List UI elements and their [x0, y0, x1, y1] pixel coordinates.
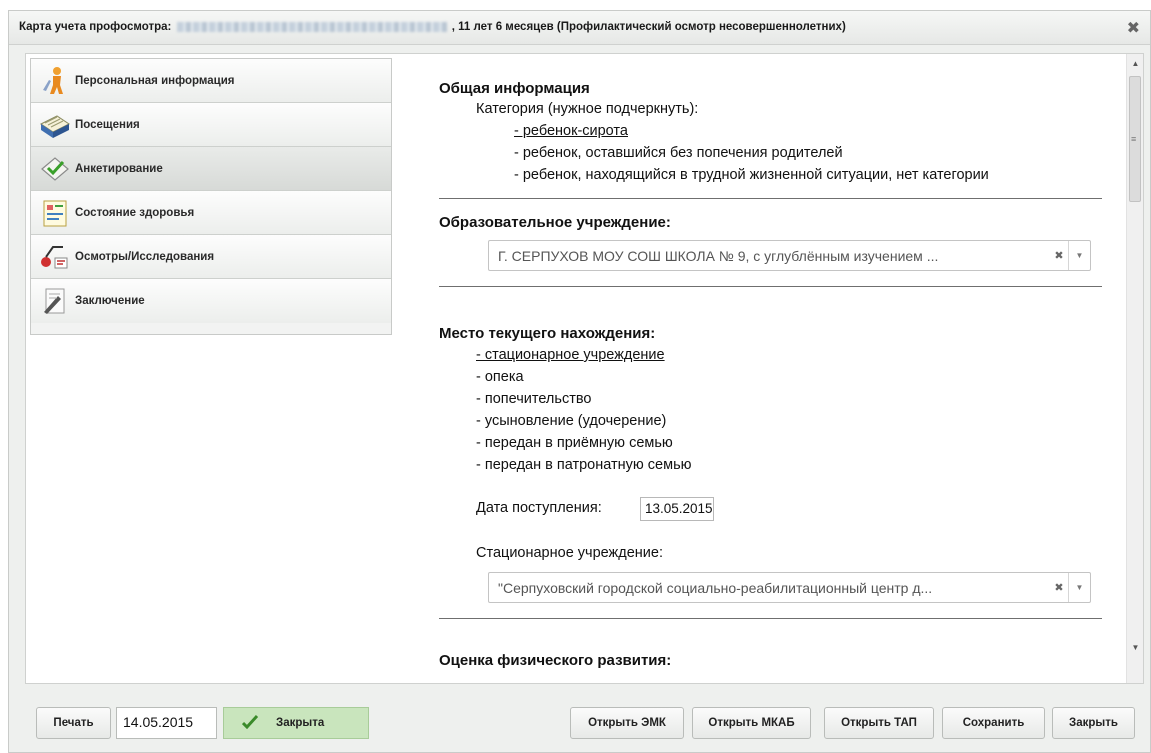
education-heading: Образовательное учреждение:	[439, 214, 671, 231]
divider	[439, 286, 1102, 287]
location-option[interactable]: - усыновление (удочерение)	[476, 413, 666, 429]
save-button[interactable]: Сохранить	[942, 707, 1045, 739]
general-info-heading: Общая информация	[439, 80, 590, 97]
education-select[interactable]: Г. СЕРПУХОВ МОУ СОШ ШКОЛА № 9, с углублё…	[488, 240, 1091, 271]
status-label: Закрыта	[276, 717, 325, 729]
sidebar-item-label: Состояние здоровья	[75, 206, 195, 219]
sidebar-nav: Персональная информация Посещения Анкети…	[30, 58, 392, 335]
vertical-scrollbar[interactable]: ▲ ≡ ▼	[1126, 54, 1143, 683]
open-emk-button[interactable]: Открыть ЭМК	[570, 707, 684, 739]
person-icon	[39, 65, 71, 97]
sidebar-item-personal-info[interactable]: Персональная информация	[31, 59, 391, 103]
dialog-titlebar: Карта учета профосмотра: , 11 лет 6 меся…	[9, 11, 1150, 45]
location-option[interactable]: - передан в патронатную семью	[476, 457, 692, 473]
patient-name-blurred	[176, 21, 447, 32]
location-option[interactable]: - передан в приёмную семью	[476, 435, 673, 451]
stethoscope-icon	[39, 241, 71, 273]
close-button[interactable]: Закрыть	[1052, 707, 1135, 739]
sidebar-item-examinations[interactable]: Осмотры/Исследования	[31, 235, 391, 279]
clear-icon[interactable]: ✖	[1050, 581, 1068, 594]
location-option[interactable]: - попечительство	[476, 391, 591, 407]
location-option[interactable]: - опека	[476, 369, 524, 385]
education-select-value: Г. СЕРПУХОВ МОУ СОШ ШКОЛА № 9, с углублё…	[498, 247, 939, 264]
checkmark-envelope-icon	[39, 153, 71, 185]
sidebar-item-label: Заключение	[75, 295, 145, 307]
footer-bar: Печать 14.05.2015 Закрыта Открыть ЭМК От…	[9, 707, 1150, 747]
location-option[interactable]: - стационарное учреждение	[476, 347, 665, 363]
sidebar-item-label: Анкетирование	[75, 162, 163, 175]
admission-date-label: Дата поступления:	[476, 500, 602, 516]
scroll-down-icon[interactable]: ▼	[1127, 640, 1144, 656]
sidebar-item-conclusion[interactable]: Заключение	[31, 279, 391, 323]
print-button[interactable]: Печать	[36, 707, 111, 739]
sidebar-item-visits[interactable]: Посещения	[31, 103, 391, 147]
category-label: Категория (нужное подчеркнуть):	[476, 101, 699, 117]
scroll-up-icon[interactable]: ▲	[1127, 56, 1144, 72]
sidebar-item-label: Посещения	[75, 118, 140, 131]
open-tap-button[interactable]: Открыть ТАП	[824, 707, 934, 739]
divider	[439, 618, 1102, 619]
status-badge: Закрыта	[223, 707, 369, 739]
physical-dev-heading: Оценка физического развития:	[439, 652, 672, 669]
form-area: Общая информация Категория (нужное подче…	[431, 54, 1111, 683]
grip-icon: ≡	[1131, 134, 1137, 144]
close-icon[interactable]: ✖	[1127, 18, 1140, 38]
chevron-down-icon[interactable]: ▼	[1068, 573, 1090, 602]
category-option[interactable]: - ребенок, оставшийся без попечения роди…	[514, 145, 843, 161]
chart-document-icon	[39, 197, 71, 229]
divider	[439, 198, 1102, 199]
institution-label: Стационарное учреждение:	[476, 545, 663, 561]
profosmotr-dialog: Карта учета профосмотра: , 11 лет 6 меся…	[8, 10, 1151, 753]
sidebar-item-label: Осмотры/Исследования	[75, 250, 215, 263]
footer-date-field[interactable]: 14.05.2015	[116, 707, 217, 739]
sidebar-item-label: Персональная информация	[75, 74, 235, 87]
document-pen-icon	[39, 285, 71, 317]
category-option[interactable]: - ребенок-сирота	[514, 123, 628, 139]
checkmark-icon	[241, 714, 259, 732]
calendar-icon	[39, 109, 71, 141]
title-prefix: Карта учета профосмотра:	[19, 21, 172, 33]
admission-date-field[interactable]: 13.05.2015	[640, 497, 714, 521]
chevron-down-icon[interactable]: ▼	[1068, 241, 1090, 270]
title-suffix: , 11 лет 6 месяцев (Профилактический осм…	[451, 21, 846, 33]
category-option[interactable]: - ребенок, находящийся в трудной жизненн…	[514, 167, 989, 183]
clear-icon[interactable]: ✖	[1050, 249, 1068, 262]
open-mkab-button[interactable]: Открыть МКАБ	[692, 707, 811, 739]
dialog-title: Карта учета профосмотра: , 11 лет 6 меся…	[19, 21, 846, 33]
sidebar-item-health-state[interactable]: Состояние здоровья	[31, 191, 391, 235]
institution-select-value: "Серпуховский городской социально-реабил…	[498, 579, 933, 596]
institution-select[interactable]: "Серпуховский городской социально-реабил…	[488, 572, 1091, 603]
sidebar-item-questionnaire[interactable]: Анкетирование	[31, 147, 391, 191]
content-panel: Персональная информация Посещения Анкети…	[25, 53, 1144, 684]
location-heading: Место текущего нахождения:	[439, 325, 656, 342]
